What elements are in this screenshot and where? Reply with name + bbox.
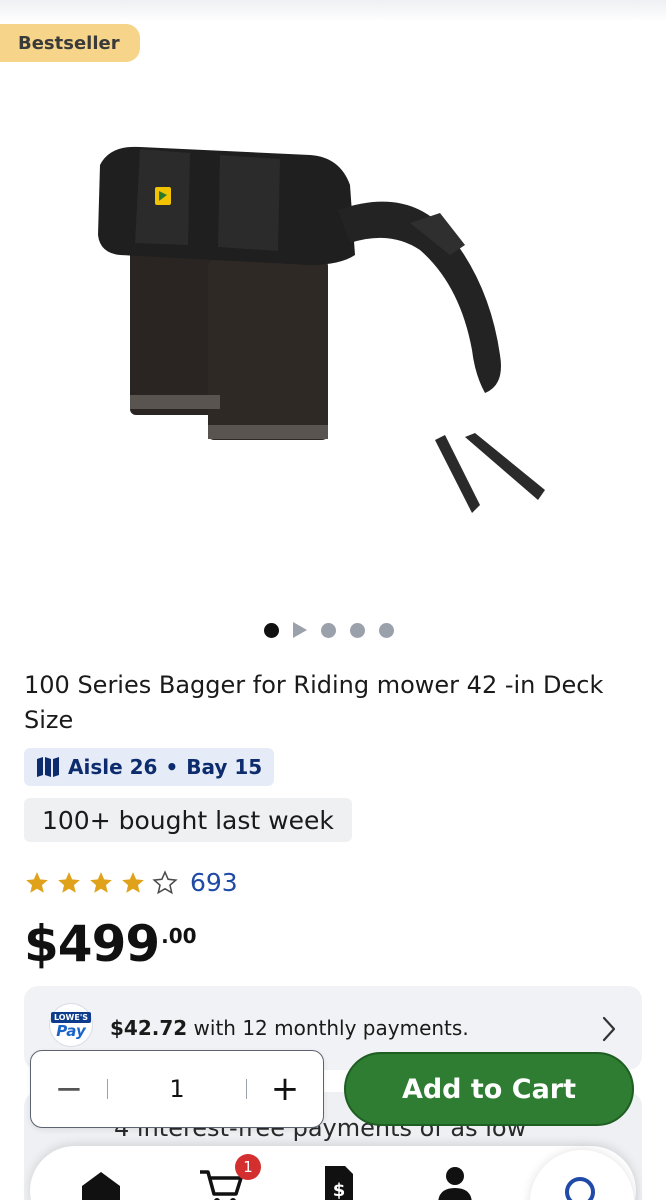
- star-full-icon: [122, 871, 144, 893]
- image-carousel-dots[interactable]: [264, 622, 394, 638]
- top-fade: [0, 0, 666, 22]
- bestseller-badge: Bestseller: [0, 24, 140, 62]
- price-cents: .00: [161, 924, 197, 948]
- chevron-right-icon[interactable]: [602, 1016, 616, 1042]
- aisle-separator: •: [165, 755, 179, 779]
- carousel-dot-3[interactable]: [321, 622, 336, 638]
- lowes-pay-logo: LOWE'S Pay: [50, 1004, 92, 1046]
- carousel-video-icon[interactable]: [293, 622, 307, 638]
- price-dollars: $499: [24, 915, 160, 973]
- monthly-payment-amount: $42.72: [110, 1016, 188, 1040]
- product-page: Bestseller 100 Series Bagger for Riding …: [0, 0, 666, 1200]
- map-icon: [37, 757, 59, 777]
- rating[interactable]: 693: [24, 868, 238, 897]
- star-empty-icon: [152, 869, 178, 894]
- monthly-payment-desc: with 12 monthly payments.: [187, 1016, 469, 1040]
- star-full-icon: [58, 871, 80, 893]
- price: $499 .00: [24, 914, 197, 974]
- account-icon[interactable]: [432, 1164, 478, 1200]
- lowes-pay-logo-top: LOWE'S: [50, 1011, 92, 1023]
- carousel-dot-5[interactable]: [379, 622, 394, 638]
- aisle-location-chip[interactable]: Aisle 26 • Bay 15: [24, 748, 275, 786]
- bought-label: 100+ bought last week: [42, 805, 334, 835]
- bestseller-label: Bestseller: [18, 32, 120, 54]
- review-count[interactable]: 693: [190, 868, 238, 897]
- search-icon: [565, 1177, 595, 1200]
- carousel-dot-1[interactable]: [264, 622, 279, 638]
- add-to-cart-button[interactable]: Add to Cart: [344, 1052, 634, 1126]
- quantity-stepper[interactable]: − 1 +: [30, 1050, 324, 1128]
- bay-label: Bay 15: [186, 755, 263, 779]
- star-full-icon: [26, 871, 48, 893]
- lowes-pay-logo-bottom: Pay: [56, 1021, 86, 1040]
- quantity-value[interactable]: 1: [108, 1075, 246, 1103]
- bought-last-week-chip: 100+ bought last week: [24, 798, 352, 842]
- cart-count-badge: 1: [235, 1154, 261, 1180]
- quantity-increment-button[interactable]: +: [247, 1051, 323, 1127]
- svg-text:$: $: [333, 1180, 346, 1200]
- carousel-dot-4[interactable]: [350, 622, 365, 638]
- bill-icon[interactable]: $: [315, 1164, 361, 1200]
- aisle-label: Aisle 26: [68, 755, 158, 779]
- star-full-icon: [90, 871, 112, 893]
- monthly-payment-text: $42.72 with 12 monthly payments.: [110, 1016, 469, 1040]
- home-icon[interactable]: [78, 1164, 124, 1200]
- product-title: 100 Series Bagger for Riding mower 42 -i…: [24, 671, 604, 734]
- quantity-decrement-button[interactable]: −: [31, 1051, 107, 1127]
- product-image[interactable]: [80, 125, 560, 535]
